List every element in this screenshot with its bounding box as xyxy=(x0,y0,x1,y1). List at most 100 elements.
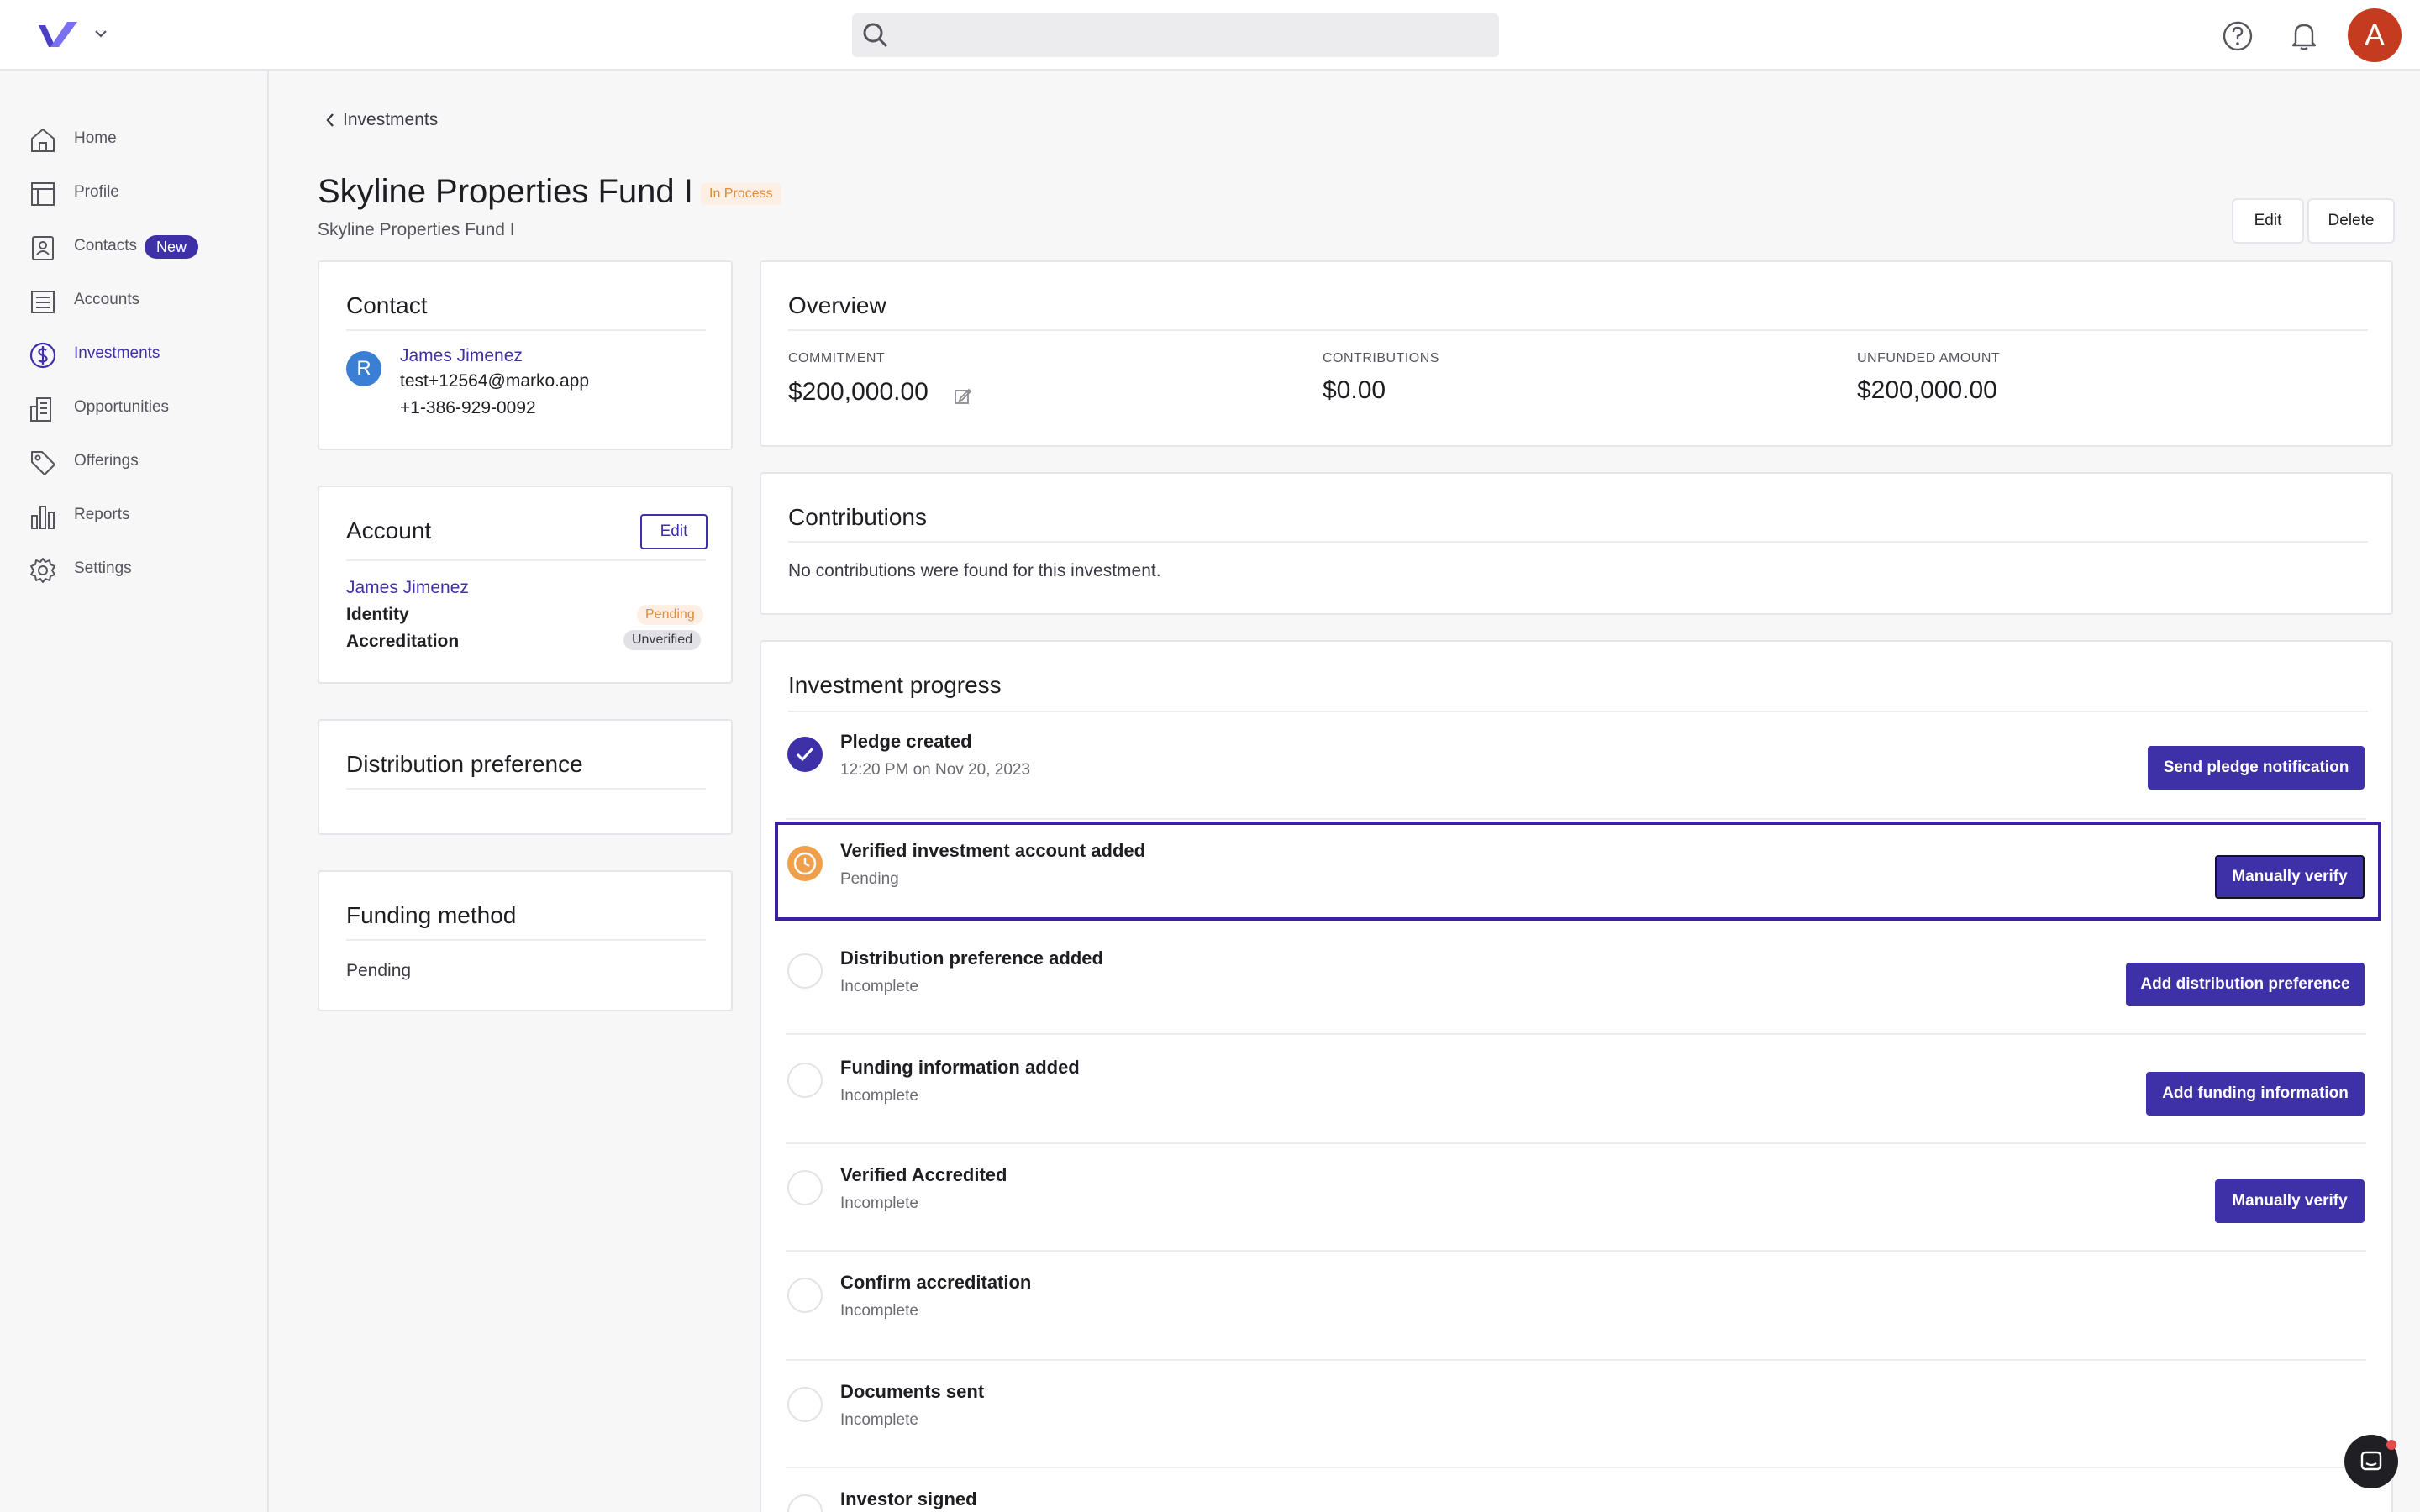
sidebar-item-contacts[interactable]: Contacts New xyxy=(0,223,267,270)
sidebar-item-offerings[interactable]: Offerings xyxy=(0,438,267,486)
step-subtitle: Incomplete xyxy=(840,978,918,995)
contact-card-title: Contact xyxy=(346,292,428,318)
account-card-title: Account xyxy=(346,517,432,543)
sidebar-item-label: Home xyxy=(74,129,117,147)
account-card: Account Edit James Jimenez Identity Pend… xyxy=(318,486,733,684)
search-bar[interactable] xyxy=(852,13,1499,57)
sidebar-item-opportunities[interactable]: Opportunities xyxy=(0,385,267,432)
user-avatar[interactable]: A xyxy=(2348,8,2402,62)
chevron-left-icon xyxy=(326,113,334,127)
bell-icon[interactable] xyxy=(2289,19,2319,51)
sidebar-item-profile[interactable]: Profile xyxy=(0,170,267,217)
search-input[interactable] xyxy=(902,13,1491,57)
manually-verify-accreditation-button[interactable]: Manually verify xyxy=(2215,1179,2365,1223)
sidebar: Home Profile Contacts New Accounts Inves… xyxy=(0,71,269,1512)
step-title: Confirm accreditation xyxy=(840,1272,1032,1293)
accreditation-status-badge: Unverified xyxy=(623,630,702,650)
progress-step-documents-sent: Documents sent Incomplete xyxy=(776,1361,2366,1468)
edit-account-button[interactable]: Edit xyxy=(640,514,708,549)
empty-circle-icon xyxy=(787,1063,823,1098)
empty-circle-icon xyxy=(787,1278,823,1313)
funding-method-value: Pending xyxy=(346,961,412,980)
back-link[interactable]: Investments xyxy=(323,108,438,133)
progress-step-verified-account: Verified investment account added Pendin… xyxy=(776,820,2366,927)
send-pledge-notification-button[interactable]: Send pledge notification xyxy=(2148,746,2365,790)
back-link-label: Investments xyxy=(343,110,439,129)
dollar-icon xyxy=(29,342,56,369)
tag-icon xyxy=(31,451,55,475)
contributions-empty-text: No contributions were found for this inv… xyxy=(788,561,1161,580)
progress-step-distribution-preference: Distribution preference added Incomplete… xyxy=(776,927,2366,1035)
progress-step-pledge-created: Pledge created 12:20 PM on Nov 20, 2023 … xyxy=(776,711,2366,818)
contact-card: Contact R James Jimenez test+12564@marko… xyxy=(318,260,733,450)
sidebar-item-accounts[interactable]: Accounts xyxy=(0,277,267,324)
sidebar-item-label: Settings xyxy=(74,559,132,577)
delete-investment-button[interactable]: Delete xyxy=(2307,198,2395,244)
progress-step-funding-information: Funding information added Incomplete Add… xyxy=(776,1037,2366,1144)
help-icon[interactable] xyxy=(2222,20,2254,52)
step-title: Verified investment account added xyxy=(840,840,1146,861)
contact-email: test+12564@marko.app xyxy=(400,371,590,391)
empty-circle-icon xyxy=(787,1170,823,1205)
sidebar-item-reports[interactable]: Reports xyxy=(0,492,267,539)
add-distribution-preference-button[interactable]: Add distribution preference xyxy=(2126,963,2365,1006)
divider xyxy=(346,329,706,331)
home-icon xyxy=(31,128,55,152)
manually-verify-account-button[interactable]: Manually verify xyxy=(2215,855,2365,899)
funding-method-card: Funding method Pending xyxy=(318,870,733,1011)
contact-phone: +1-386-929-0092 xyxy=(400,398,536,417)
step-title: Documents sent xyxy=(840,1381,985,1402)
chevron-down-icon[interactable] xyxy=(92,25,109,42)
step-subtitle: Incomplete xyxy=(840,1411,918,1429)
sidebar-item-label: Offerings xyxy=(74,452,139,470)
identity-status-badge: Pending xyxy=(637,605,703,625)
overview-card: Overview COMMITMENT $200,000.00 CONTRIBU… xyxy=(760,260,2393,447)
sidebar-item-settings[interactable]: Settings xyxy=(0,546,267,593)
progress-card-title: Investment progress xyxy=(788,672,1002,698)
status-badge: In Process xyxy=(701,183,781,205)
top-bar: A xyxy=(0,0,2420,71)
brand-logo[interactable] xyxy=(37,20,79,50)
accreditation-label: Accreditation xyxy=(346,632,460,651)
sidebar-item-label: Accounts xyxy=(74,291,140,308)
contributions-value: $0.00 xyxy=(1323,376,1386,404)
step-title: Distribution preference added xyxy=(840,948,1103,969)
sidebar-item-label: Investments xyxy=(74,344,160,362)
divider xyxy=(346,788,706,790)
divider xyxy=(788,541,2368,543)
empty-circle-icon xyxy=(787,953,823,989)
step-title: Investor signed xyxy=(840,1488,977,1509)
sidebar-item-label: Opportunities xyxy=(74,398,170,416)
sidebar-item-label: Profile xyxy=(74,183,119,201)
chat-icon xyxy=(2360,1451,2382,1471)
account-name-link[interactable]: James Jimenez xyxy=(346,578,469,598)
step-subtitle: 12:20 PM on Nov 20, 2023 xyxy=(840,761,1031,779)
progress-step-confirm-accreditation: Confirm accreditation Incomplete xyxy=(776,1252,2366,1359)
page-title: Skyline Properties Fund I xyxy=(318,173,693,210)
divider xyxy=(788,329,2368,331)
contacts-icon xyxy=(32,236,54,260)
bar-chart-icon xyxy=(31,506,55,529)
profile-icon xyxy=(31,182,55,206)
distribution-card-title: Distribution preference xyxy=(346,751,583,777)
contributions-label: CONTRIBUTIONS xyxy=(1323,351,1439,365)
edit-icon[interactable] xyxy=(953,386,973,407)
divider xyxy=(346,559,706,561)
sidebar-item-home[interactable]: Home xyxy=(0,116,267,163)
accounts-icon xyxy=(31,291,55,313)
commitment-value: $200,000.00 xyxy=(788,378,929,406)
step-title: Pledge created xyxy=(840,731,972,752)
contact-name-link[interactable]: James Jimenez xyxy=(400,346,523,366)
divider xyxy=(786,1033,2366,1035)
edit-investment-button[interactable]: Edit xyxy=(2232,198,2304,244)
divider xyxy=(346,939,706,941)
empty-circle-icon xyxy=(787,1494,823,1512)
sidebar-item-investments[interactable]: Investments xyxy=(0,331,267,378)
unfunded-amount-value: $200,000.00 xyxy=(1857,376,1997,404)
page-subtitle: Skyline Properties Fund I xyxy=(318,220,515,239)
add-funding-information-button[interactable]: Add funding information xyxy=(2146,1072,2365,1116)
step-title: Verified Accredited xyxy=(840,1164,1007,1185)
new-badge: New xyxy=(145,235,199,259)
contributions-card: Contributions No contributions were foun… xyxy=(760,472,2393,615)
distribution-preference-card: Distribution preference xyxy=(318,719,733,835)
